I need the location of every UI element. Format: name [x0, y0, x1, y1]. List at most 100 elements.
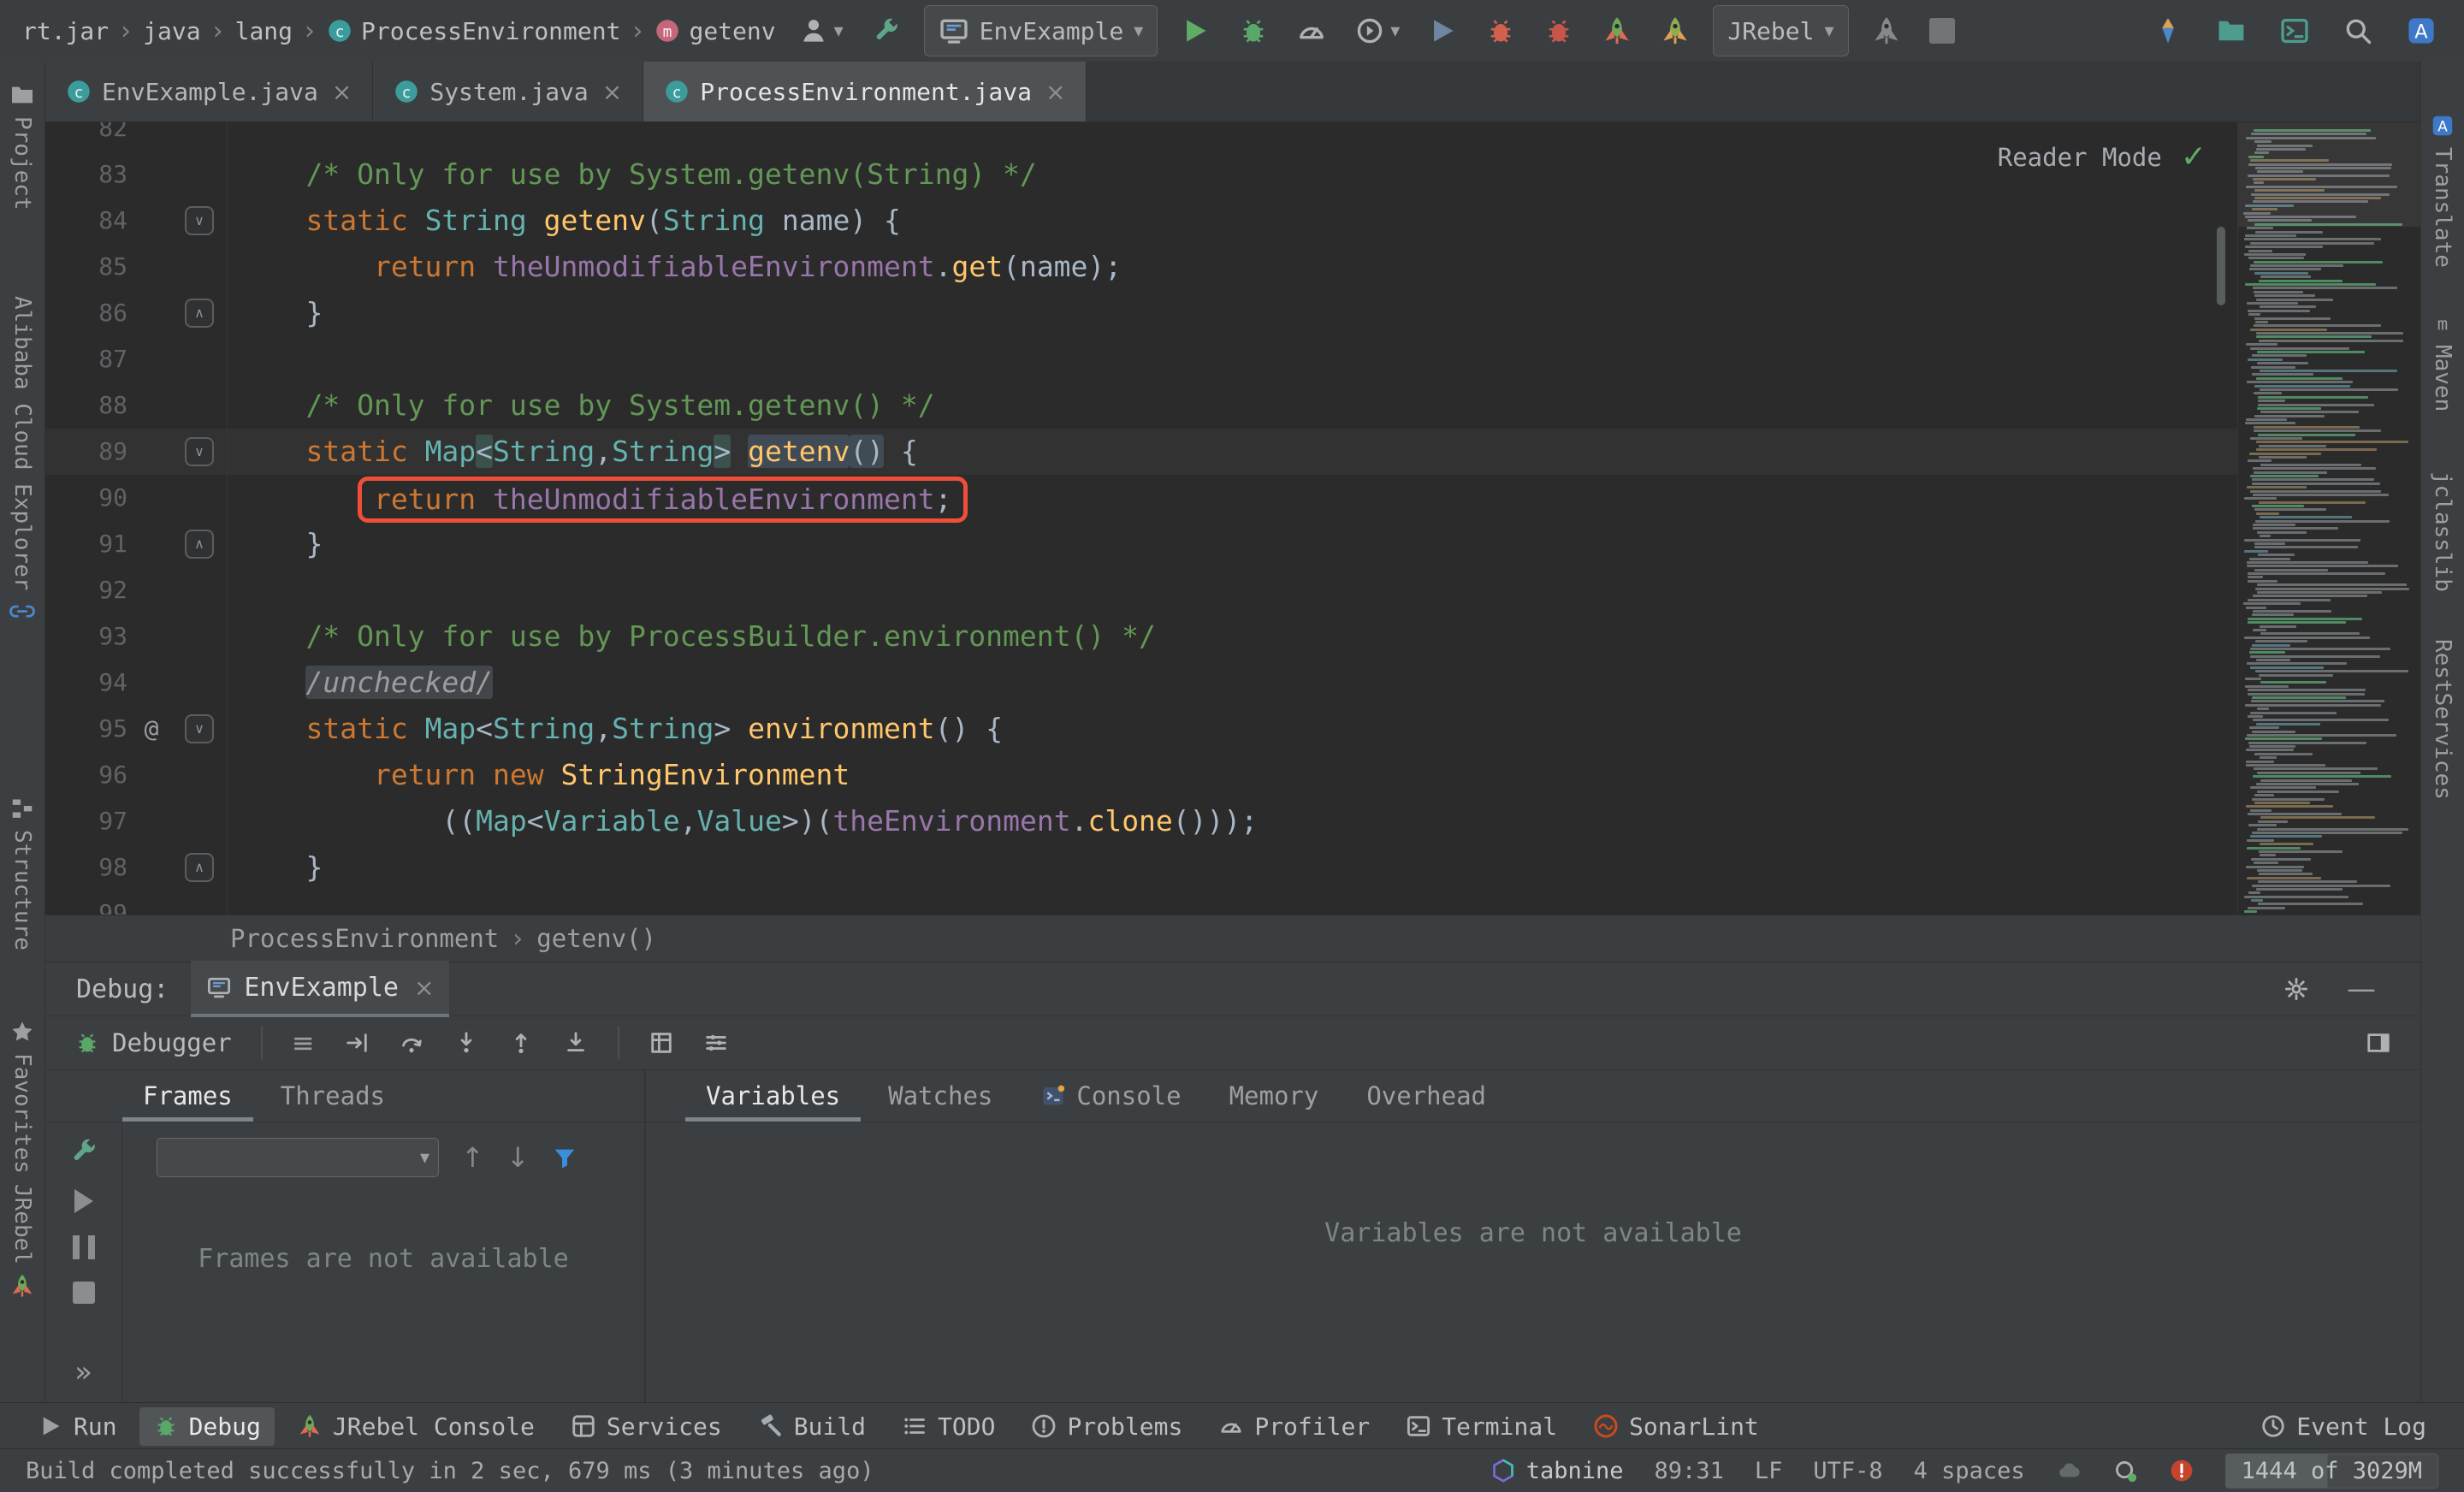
- project-folder-button[interactable]: [2211, 10, 2252, 51]
- code-line[interactable]: 82: [45, 122, 2237, 151]
- tool-window-button-event-log[interactable]: Event Log: [2247, 1407, 2440, 1446]
- code-line[interactable]: 96 return new StringEnvironment: [45, 752, 2237, 798]
- settings-wrench-icon[interactable]: [68, 1136, 99, 1167]
- line-number[interactable]: 99: [45, 891, 127, 915]
- run-to-cursor-icon[interactable]: [563, 1030, 589, 1056]
- line-separator[interactable]: LF: [1755, 1458, 1783, 1484]
- breadcrumb-item-getenv[interactable]: mgetenv: [654, 17, 775, 45]
- close-icon[interactable]: ×: [1045, 78, 1065, 106]
- debug-session-tab[interactable]: EnvExample ×: [191, 961, 449, 1017]
- fold-end-icon[interactable]: ∧: [185, 853, 214, 882]
- line-number[interactable]: 83: [45, 151, 127, 198]
- tool-window-button-sonarlint[interactable]: SonarLint: [1579, 1407, 1773, 1446]
- pause-icon[interactable]: [73, 1235, 95, 1259]
- line-number[interactable]: 85: [45, 244, 127, 290]
- line-number[interactable]: 89: [45, 429, 127, 475]
- reader-mode-indicator[interactable]: Reader Mode ✓: [1998, 139, 2206, 175]
- more-actions-icon[interactable]: »: [74, 1355, 92, 1389]
- code-line[interactable]: 95@∨ static Map<String,String> environme…: [45, 706, 2237, 752]
- search-everywhere-button[interactable]: [2337, 10, 2378, 51]
- show-execution-point-icon[interactable]: [344, 1030, 370, 1056]
- jrebel-run-alt-button[interactable]: [1655, 10, 1696, 51]
- breadcrumb-item-rt-jar[interactable]: rt.jar: [22, 17, 109, 45]
- translate-button[interactable]: A: [2401, 10, 2442, 51]
- breadcrumb-method[interactable]: getenv(): [536, 924, 656, 953]
- sidebar-item-favorites[interactable]: Favorites: [9, 1019, 35, 1174]
- thread-selector[interactable]: ▾: [157, 1138, 439, 1177]
- line-number[interactable]: 87: [45, 336, 127, 382]
- close-icon[interactable]: ×: [332, 78, 352, 106]
- sidebar-item-jrebel[interactable]: JRebel: [9, 1184, 35, 1299]
- code-line[interactable]: 87: [45, 336, 2237, 382]
- close-icon[interactable]: ×: [414, 974, 434, 1002]
- line-number[interactable]: 88: [45, 382, 127, 429]
- line-number[interactable]: 86: [45, 290, 127, 336]
- line-number[interactable]: 82: [45, 122, 127, 151]
- gear-icon[interactable]: [2283, 976, 2309, 1002]
- code-line[interactable]: 92: [45, 567, 2237, 613]
- jrebel-launch-button[interactable]: [1866, 10, 1907, 51]
- cloud-icon[interactable]: [2056, 1458, 2082, 1483]
- close-icon[interactable]: ×: [602, 78, 622, 106]
- line-number[interactable]: 95: [45, 706, 127, 752]
- editor-tab-processenvironment-java[interactable]: cProcessEnvironment.java×: [643, 62, 1087, 121]
- code-line[interactable]: 89∨ static Map<String,String> getenv() {: [45, 429, 2237, 475]
- code-line[interactable]: 94 /unchecked/: [45, 660, 2237, 706]
- error-notification-icon[interactable]: [2169, 1458, 2194, 1483]
- sidebar-item-maven[interactable]: mMaven: [2430, 311, 2455, 411]
- editor-tab-envexample-java[interactable]: cEnvExample.java×: [45, 62, 373, 121]
- line-number[interactable]: 90: [45, 475, 127, 521]
- code-line[interactable]: 86∧ }: [45, 290, 2237, 336]
- debug-button[interactable]: [1233, 10, 1274, 51]
- tool-window-button-debug[interactable]: Debug: [139, 1407, 275, 1446]
- fold-end-icon[interactable]: ∧: [185, 530, 214, 559]
- tab-frames[interactable]: Frames: [122, 1070, 253, 1122]
- editor-scrollbar[interactable]: [2217, 227, 2225, 305]
- tool-window-button-problems[interactable]: Problems: [1017, 1407, 1196, 1446]
- memory-indicator[interactable]: 1444 of 3029M: [2225, 1454, 2438, 1489]
- tabnine-widget[interactable]: tabnine: [1490, 1458, 1624, 1484]
- coverage-button[interactable]: ▾: [1349, 10, 1405, 51]
- previous-frame-icon[interactable]: ↑: [461, 1141, 484, 1174]
- tool-window-button-run[interactable]: Run: [24, 1407, 131, 1446]
- line-number[interactable]: 92: [45, 567, 127, 613]
- code-line[interactable]: 98∧ }: [45, 844, 2237, 891]
- fold-end-icon[interactable]: ∧: [185, 299, 214, 328]
- filter-lines-icon[interactable]: [703, 1030, 729, 1056]
- sidebar-item-translate[interactable]: ATranslate: [2430, 113, 2455, 268]
- code-line[interactable]: 84∨ static String getenv(String name) {: [45, 198, 2237, 244]
- sidebar-item-structure[interactable]: Structure: [9, 796, 35, 950]
- code-line[interactable]: 91∧ }: [45, 521, 2237, 567]
- filter-funnel-icon[interactable]: [552, 1145, 578, 1170]
- sidebar-item-alibaba-cloud-explorer[interactable]: Alibaba Cloud Explorer: [9, 296, 35, 625]
- user-menu-button[interactable]: ▾: [793, 10, 849, 51]
- tab-threads[interactable]: Threads: [260, 1070, 406, 1122]
- jrebel-select[interactable]: JRebel ▾: [1713, 5, 1848, 56]
- debugger-tab[interactable]: Debugger: [74, 1028, 232, 1057]
- tool-window-button-todo[interactable]: TODO: [888, 1407, 1009, 1446]
- editor[interactable]: 8283 /* Only for use by System.getenv(St…: [45, 122, 2420, 915]
- breadcrumb-class[interactable]: ProcessEnvironment: [230, 924, 499, 953]
- run-disabled-button[interactable]: [1422, 10, 1463, 51]
- tool-window-button-jrebel-console[interactable]: JRebel Console: [283, 1407, 548, 1446]
- updates-icon[interactable]: [2112, 1458, 2138, 1483]
- line-number[interactable]: 96: [45, 752, 127, 798]
- jrebel-run-button[interactable]: [1596, 10, 1638, 51]
- tab-variables[interactable]: Variables: [685, 1070, 861, 1122]
- run-button[interactable]: [1175, 10, 1216, 51]
- line-number[interactable]: 98: [45, 844, 127, 891]
- sidebar-item-project[interactable]: Project: [9, 82, 35, 210]
- line-number[interactable]: 93: [45, 613, 127, 660]
- code-line[interactable]: 99: [45, 891, 2237, 915]
- stop-icon[interactable]: [73, 1282, 95, 1304]
- line-number[interactable]: 97: [45, 798, 127, 844]
- line-number[interactable]: 94: [45, 660, 127, 706]
- tab-watches[interactable]: Watches: [868, 1070, 1013, 1122]
- layout-settings-icon[interactable]: ≡: [292, 1027, 315, 1059]
- run-config-select[interactable]: EnvExample ▾: [924, 5, 1158, 56]
- profiler-button[interactable]: [1291, 10, 1332, 51]
- file-encoding[interactable]: UTF-8: [1813, 1458, 1882, 1484]
- jrebel-debug-button[interactable]: [1480, 10, 1521, 51]
- resume-icon[interactable]: [74, 1189, 93, 1213]
- evaluate-grid-icon[interactable]: [649, 1030, 674, 1056]
